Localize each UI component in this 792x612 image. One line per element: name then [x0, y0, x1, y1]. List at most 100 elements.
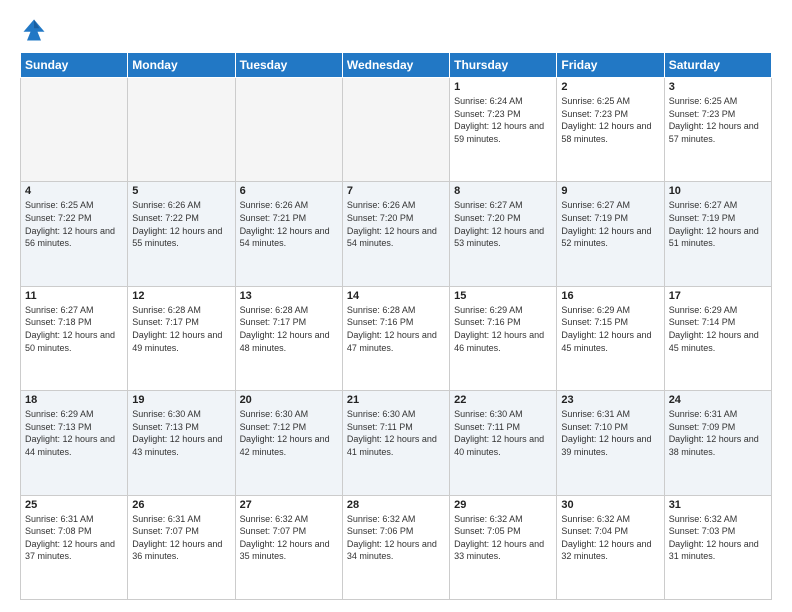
day-number: 6	[240, 185, 338, 197]
day-number: 18	[25, 394, 123, 406]
weekday-header: Thursday	[450, 53, 557, 78]
calendar-day-cell: 24 Sunrise: 6:31 AMSunset: 7:09 PMDayligh…	[664, 391, 771, 495]
day-number: 11	[25, 290, 123, 302]
weekday-header: Saturday	[664, 53, 771, 78]
calendar-day-cell	[235, 78, 342, 182]
day-info: Sunrise: 6:27 AMSunset: 7:19 PMDaylight:…	[561, 199, 659, 249]
day-info: Sunrise: 6:29 AMSunset: 7:14 PMDaylight:…	[669, 304, 767, 354]
weekday-header: Sunday	[21, 53, 128, 78]
calendar-week-row: 25Sunrise: 6:31 AMSunset: 7:08 PMDayligh…	[21, 495, 772, 599]
day-number: 12	[132, 290, 230, 302]
day-info: Sunrise: 6:28 AMSunset: 7:16 PMDaylight:…	[347, 304, 445, 354]
day-number: 13	[240, 290, 338, 302]
day-number: 7	[347, 185, 445, 197]
day-info: Sunrise: 6:27 AMSunset: 7:19 PMDaylight:…	[669, 199, 767, 249]
day-number: 23	[561, 394, 659, 406]
day-info: Sunrise: 6:31 AMSunset: 7:10 PMDaylight:…	[561, 408, 659, 458]
day-number: 31	[669, 499, 767, 511]
day-info: Sunrise: 6:25 AMSunset: 7:22 PMDaylight:…	[25, 199, 123, 249]
day-number: 28	[347, 499, 445, 511]
day-number: 1	[454, 81, 552, 93]
calendar-day-cell: 13 Sunrise: 6:28 AMSunset: 7:17 PMDayligh…	[235, 286, 342, 390]
calendar-day-cell	[342, 78, 449, 182]
calendar-day-cell: 14Sunrise: 6:28 AMSunset: 7:16 PMDayligh…	[342, 286, 449, 390]
calendar-day-cell: 10 Sunrise: 6:27 AMSunset: 7:19 PMDayligh…	[664, 182, 771, 286]
calendar-day-cell	[128, 78, 235, 182]
day-info: Sunrise: 6:27 AMSunset: 7:18 PMDaylight:…	[25, 304, 123, 354]
calendar-day-cell: 2 Sunrise: 6:25 AMSunset: 7:23 PMDaylight…	[557, 78, 664, 182]
calendar-day-cell: 15 Sunrise: 6:29 AMSunset: 7:16 PMDayligh…	[450, 286, 557, 390]
day-number: 15	[454, 290, 552, 302]
day-info: Sunrise: 6:29 AMSunset: 7:15 PMDaylight:…	[561, 304, 659, 354]
calendar-day-cell: 12 Sunrise: 6:28 AMSunset: 7:17 PMDayligh…	[128, 286, 235, 390]
day-info: Sunrise: 6:26 AMSunset: 7:22 PMDaylight:…	[132, 199, 230, 249]
day-info: Sunrise: 6:31 AMSunset: 7:07 PMDaylight:…	[132, 513, 230, 563]
day-number: 4	[25, 185, 123, 197]
calendar-day-cell: 16 Sunrise: 6:29 AMSunset: 7:15 PMDayligh…	[557, 286, 664, 390]
day-number: 25	[25, 499, 123, 511]
day-info: Sunrise: 6:30 AMSunset: 7:11 PMDaylight:…	[347, 408, 445, 458]
day-info: Sunrise: 6:25 AMSunset: 7:23 PMDaylight:…	[561, 95, 659, 145]
calendar-day-cell: 9 Sunrise: 6:27 AMSunset: 7:19 PMDaylight…	[557, 182, 664, 286]
day-number: 3	[669, 81, 767, 93]
day-info: Sunrise: 6:31 AMSunset: 7:09 PMDaylight:…	[669, 408, 767, 458]
logo-icon	[20, 16, 48, 44]
calendar-day-cell: 26Sunrise: 6:31 AMSunset: 7:07 PMDayligh…	[128, 495, 235, 599]
day-number: 24	[669, 394, 767, 406]
day-number: 9	[561, 185, 659, 197]
calendar-day-cell	[21, 78, 128, 182]
day-number: 10	[669, 185, 767, 197]
page: SundayMondayTuesdayWednesdayThursdayFrid…	[0, 0, 792, 612]
calendar-day-cell: 17 Sunrise: 6:29 AMSunset: 7:14 PMDayligh…	[664, 286, 771, 390]
calendar-day-cell: 6Sunrise: 6:26 AMSunset: 7:21 PMDaylight…	[235, 182, 342, 286]
day-info: Sunrise: 6:30 AMSunset: 7:12 PMDaylight:…	[240, 408, 338, 458]
day-number: 29	[454, 499, 552, 511]
day-number: 21	[347, 394, 445, 406]
calendar-day-cell: 19 Sunrise: 6:30 AMSunset: 7:13 PMDayligh…	[128, 391, 235, 495]
calendar-day-cell: 23 Sunrise: 6:31 AMSunset: 7:10 PMDayligh…	[557, 391, 664, 495]
day-info: Sunrise: 6:32 AMSunset: 7:05 PMDaylight:…	[454, 513, 552, 563]
day-info: Sunrise: 6:27 AMSunset: 7:20 PMDaylight:…	[454, 199, 552, 249]
calendar-header-row: SundayMondayTuesdayWednesdayThursdayFrid…	[21, 53, 772, 78]
day-info: Sunrise: 6:28 AMSunset: 7:17 PMDaylight:…	[132, 304, 230, 354]
calendar-day-cell: 20 Sunrise: 6:30 AMSunset: 7:12 PMDayligh…	[235, 391, 342, 495]
calendar-day-cell: 25Sunrise: 6:31 AMSunset: 7:08 PMDayligh…	[21, 495, 128, 599]
calendar-day-cell: 21 Sunrise: 6:30 AMSunset: 7:11 PMDayligh…	[342, 391, 449, 495]
day-info: Sunrise: 6:32 AMSunset: 7:03 PMDaylight:…	[669, 513, 767, 563]
weekday-header: Friday	[557, 53, 664, 78]
calendar-day-cell: 7Sunrise: 6:26 AMSunset: 7:20 PMDaylight…	[342, 182, 449, 286]
day-info: Sunrise: 6:30 AMSunset: 7:11 PMDaylight:…	[454, 408, 552, 458]
day-info: Sunrise: 6:30 AMSunset: 7:13 PMDaylight:…	[132, 408, 230, 458]
header	[20, 16, 772, 44]
weekday-header: Monday	[128, 53, 235, 78]
calendar-day-cell: 11 Sunrise: 6:27 AMSunset: 7:18 PMDayligh…	[21, 286, 128, 390]
calendar-day-cell: 29 Sunrise: 6:32 AMSunset: 7:05 PMDayligh…	[450, 495, 557, 599]
day-number: 22	[454, 394, 552, 406]
day-number: 2	[561, 81, 659, 93]
day-number: 16	[561, 290, 659, 302]
calendar-day-cell: 31 Sunrise: 6:32 AMSunset: 7:03 PMDayligh…	[664, 495, 771, 599]
day-number: 27	[240, 499, 338, 511]
calendar-day-cell: 28Sunrise: 6:32 AMSunset: 7:06 PMDayligh…	[342, 495, 449, 599]
calendar-day-cell: 5 Sunrise: 6:26 AMSunset: 7:22 PMDaylight…	[128, 182, 235, 286]
weekday-header: Tuesday	[235, 53, 342, 78]
calendar-day-cell: 3Sunrise: 6:25 AMSunset: 7:23 PMDaylight…	[664, 78, 771, 182]
day-info: Sunrise: 6:29 AMSunset: 7:16 PMDaylight:…	[454, 304, 552, 354]
calendar-table: SundayMondayTuesdayWednesdayThursdayFrid…	[20, 52, 772, 600]
day-number: 19	[132, 394, 230, 406]
day-number: 30	[561, 499, 659, 511]
calendar-day-cell: 30Sunrise: 6:32 AMSunset: 7:04 PMDayligh…	[557, 495, 664, 599]
day-info: Sunrise: 6:24 AMSunset: 7:23 PMDaylight:…	[454, 95, 552, 145]
logo	[20, 16, 52, 44]
day-number: 8	[454, 185, 552, 197]
calendar-day-cell: 18Sunrise: 6:29 AMSunset: 7:13 PMDayligh…	[21, 391, 128, 495]
day-info: Sunrise: 6:32 AMSunset: 7:07 PMDaylight:…	[240, 513, 338, 563]
day-number: 5	[132, 185, 230, 197]
calendar-week-row: 4 Sunrise: 6:25 AMSunset: 7:22 PMDaylight…	[21, 182, 772, 286]
day-number: 20	[240, 394, 338, 406]
day-info: Sunrise: 6:28 AMSunset: 7:17 PMDaylight:…	[240, 304, 338, 354]
calendar-week-row: 18Sunrise: 6:29 AMSunset: 7:13 PMDayligh…	[21, 391, 772, 495]
day-number: 17	[669, 290, 767, 302]
calendar-day-cell: 1 Sunrise: 6:24 AMSunset: 7:23 PMDaylight…	[450, 78, 557, 182]
calendar-day-cell: 8 Sunrise: 6:27 AMSunset: 7:20 PMDaylight…	[450, 182, 557, 286]
